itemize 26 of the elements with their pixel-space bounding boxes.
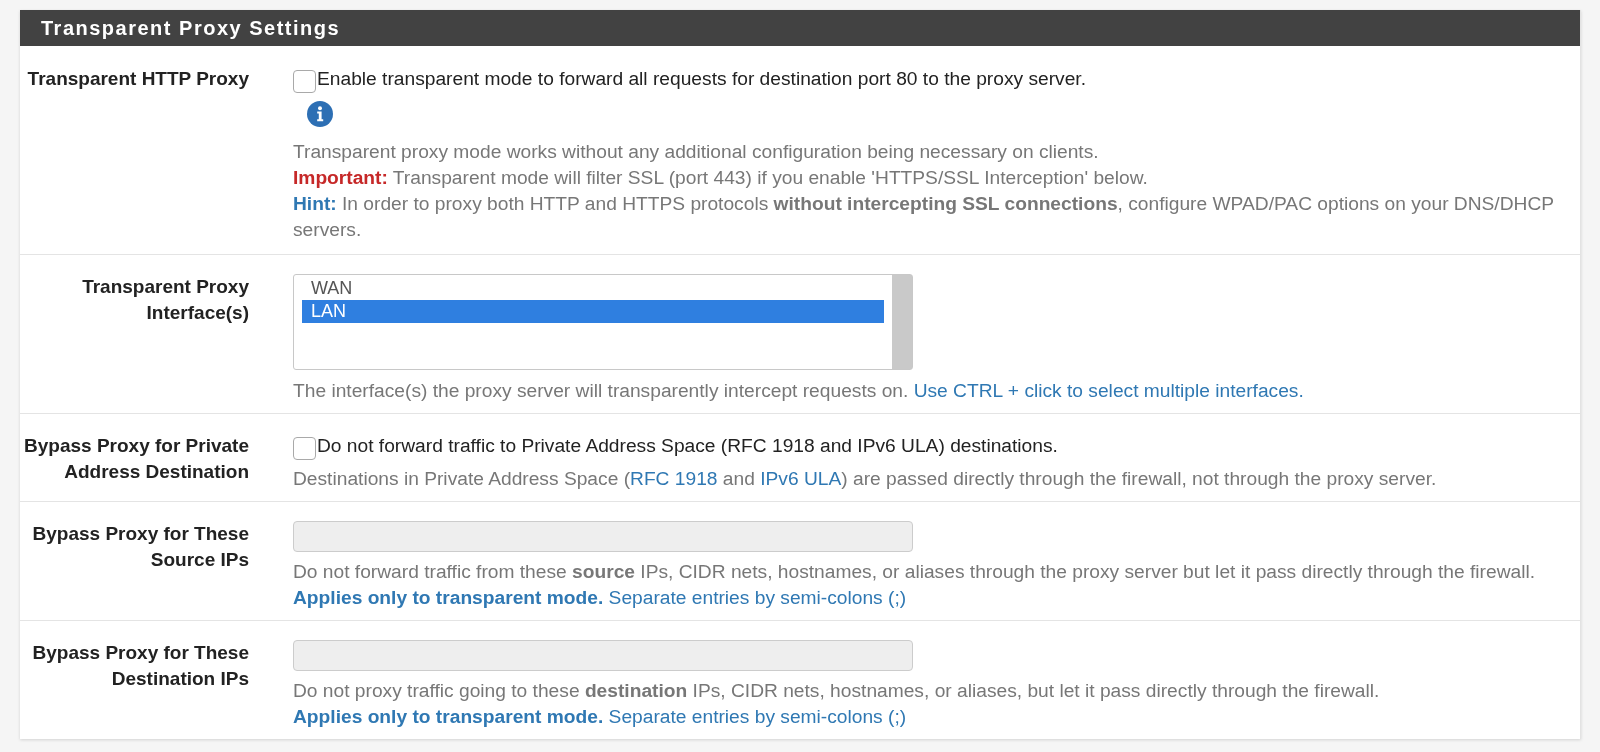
listbox-option[interactable]: WAN bbox=[302, 277, 884, 300]
checkbox-label: Do not forward traffic to Private Address Space (RFC 1918 and IPv6 ULA) destinations. bbox=[317, 434, 1058, 458]
help-text: Destinations in Private Address Space (RFC 1918 and IPv6 ULA) are passed directly through the firewall, not through the proxy server. bbox=[293, 467, 1437, 491]
scrollbar[interactable] bbox=[892, 275, 912, 369]
field-label: Bypass Proxy for These Destination IPs bbox=[32, 642, 249, 689]
help-text: Do not forward traffic from these source IPs, CIDR nets, hostnames, or aliases through the proxy server but let it pass directly through the firewall. bbox=[293, 560, 1536, 584]
link[interactable]: RFC 1918 bbox=[630, 468, 718, 489]
info-icon[interactable] bbox=[307, 101, 333, 127]
checkbox[interactable] bbox=[293, 436, 316, 460]
help-text: Hint: In order to proxy both HTTP and HTTPS protocols without intercepting SSL connections, configure WPAD/PAC options on your DNS/DHCP servers. bbox=[293, 192, 1555, 242]
field-label: Bypass Proxy for Private Address Destination bbox=[24, 435, 249, 482]
checkbox-label: Enable transparent mode to forward all requests for destination port 80 to the proxy server. bbox=[317, 67, 1086, 91]
help-text: Transparent proxy mode works without any additional configuration being necessary on clients. bbox=[293, 140, 1100, 164]
field-label: Transparent HTTP Proxy bbox=[27, 68, 249, 89]
help-text: Applies only to transparent mode. Separate entries by semi-colons (;) bbox=[293, 705, 908, 729]
interface-listbox[interactable]: WAN LAN bbox=[293, 274, 913, 370]
help-text: Applies only to transparent mode. Separate entries by semi-colons (;) bbox=[293, 586, 908, 610]
panel-title: Transparent Proxy Settings bbox=[20, 10, 1580, 46]
checkbox[interactable] bbox=[293, 69, 316, 93]
help-text: The interface(s) the proxy server will transparently intercept requests on. Use CTRL + click to select multiple interfaces. bbox=[293, 379, 1304, 403]
help-text: Do not proxy traffic going to these destination IPs, CIDR nets, hostnames, or aliases, but let it pass directly through the firewall. bbox=[293, 679, 1380, 703]
field-label: Transparent Proxy Interface(s) bbox=[82, 276, 249, 323]
help-text: Important: Transparent mode will filter SSL (port 443) if you enable 'HTTPS/SSL Interception' below. bbox=[293, 166, 1149, 190]
field-label: Bypass Proxy for These Source IPs bbox=[32, 523, 249, 570]
listbox-option[interactable]: LAN bbox=[302, 300, 884, 323]
link[interactable]: IPv6 ULA bbox=[760, 468, 842, 489]
